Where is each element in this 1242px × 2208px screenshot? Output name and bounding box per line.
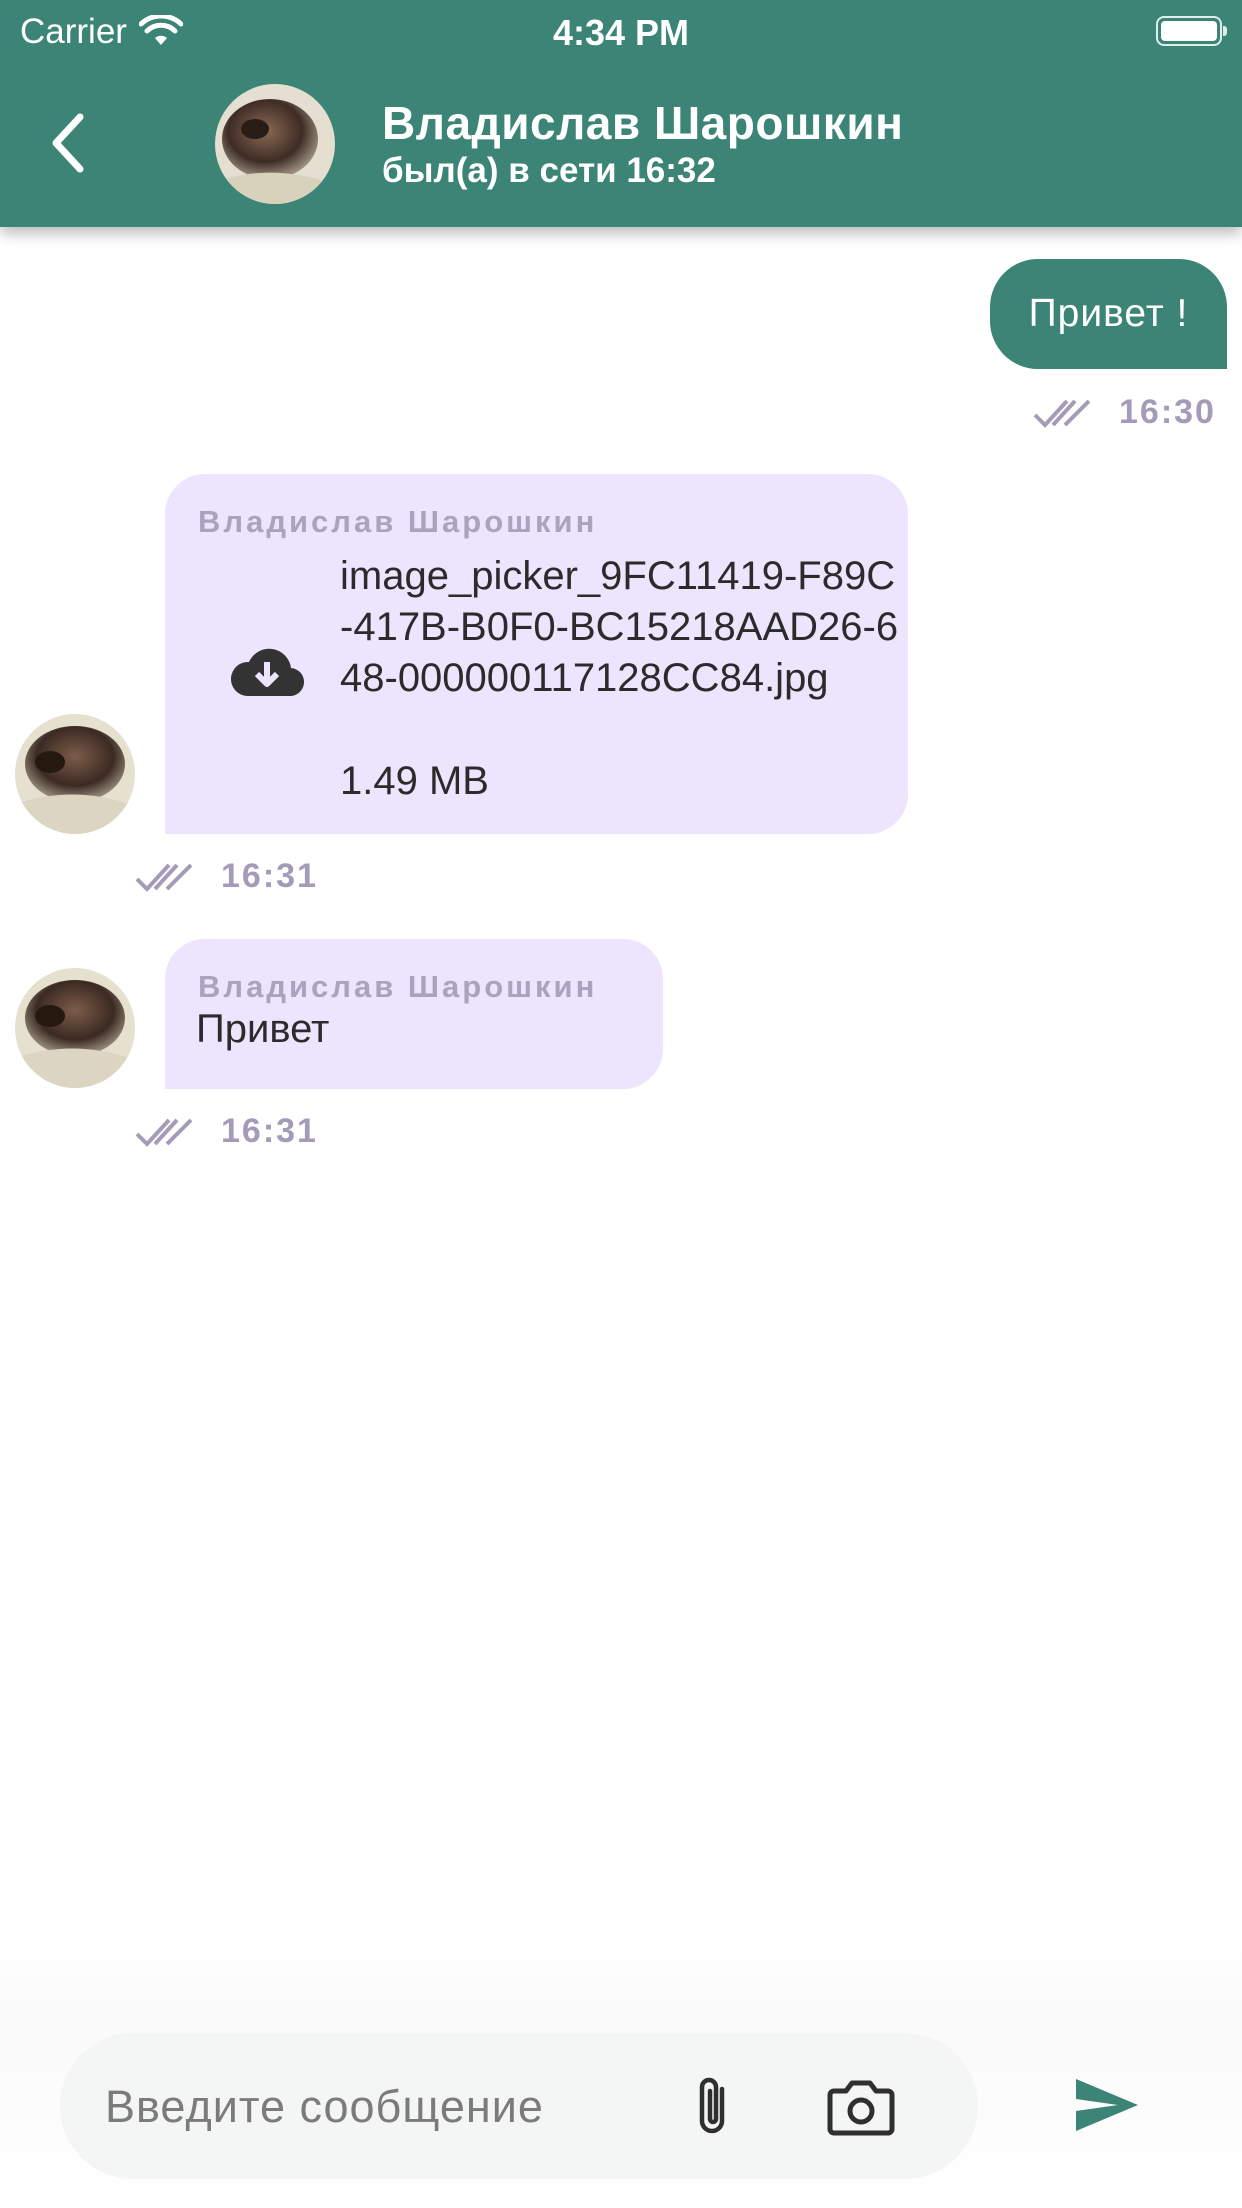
back-button[interactable] (38, 108, 98, 178)
message-text: Привет ! (1028, 292, 1189, 335)
contact-name: Владислав Шарошкин (382, 97, 904, 149)
double-check-icon (1033, 399, 1091, 428)
message-time: 16:31 (221, 1112, 318, 1150)
outgoing-message-bubble[interactable]: Привет ! (990, 259, 1227, 369)
incoming-file-bubble[interactable]: Владислав Шарошкин image_picker_9FC11419… (165, 474, 908, 834)
sender-name: Владислав Шарошкин (198, 504, 598, 539)
cloud-download-icon[interactable] (229, 644, 305, 698)
sender-name: Владислав Шарошкин (198, 969, 598, 1004)
paperclip-icon[interactable] (678, 2071, 748, 2141)
status-bar: Carrier 4:34 PM (0, 0, 1242, 62)
message-time: 16:30 (1119, 393, 1216, 431)
file-size: 1.49 MB (340, 759, 489, 803)
avatar[interactable] (15, 968, 135, 1088)
double-check-icon (135, 863, 193, 892)
battery-icon (1156, 16, 1227, 46)
message-input[interactable]: Введите сообщение (60, 2033, 978, 2179)
avatar[interactable] (15, 714, 135, 834)
chevron-left-icon (52, 113, 84, 173)
contact-avatar[interactable] (215, 84, 335, 204)
last-seen-status: был(а) в сети 16:32 (382, 151, 716, 190)
status-time: 4:34 PM (552, 12, 690, 53)
app-bar: Carrier 4:34 PM Владислав Шарошкин был(а… (0, 0, 1242, 227)
message-input-placeholder: Введите сообщение (105, 2081, 544, 2132)
message-time: 16:31 (221, 857, 318, 895)
camera-icon[interactable] (826, 2073, 896, 2139)
message-text: Привет (196, 1007, 330, 1051)
message-meta: 16:30 (1033, 393, 1216, 432)
send-icon[interactable] (1072, 2075, 1142, 2135)
double-check-icon (135, 1118, 193, 1147)
message-meta: 16:31 (135, 857, 318, 896)
message-meta: 16:31 (135, 1112, 318, 1151)
incoming-message-bubble[interactable]: Владислав Шарошкин Привет (165, 939, 663, 1089)
file-name: image_picker_9FC11419-F89C-417B-B0F0-BC1… (340, 554, 899, 700)
